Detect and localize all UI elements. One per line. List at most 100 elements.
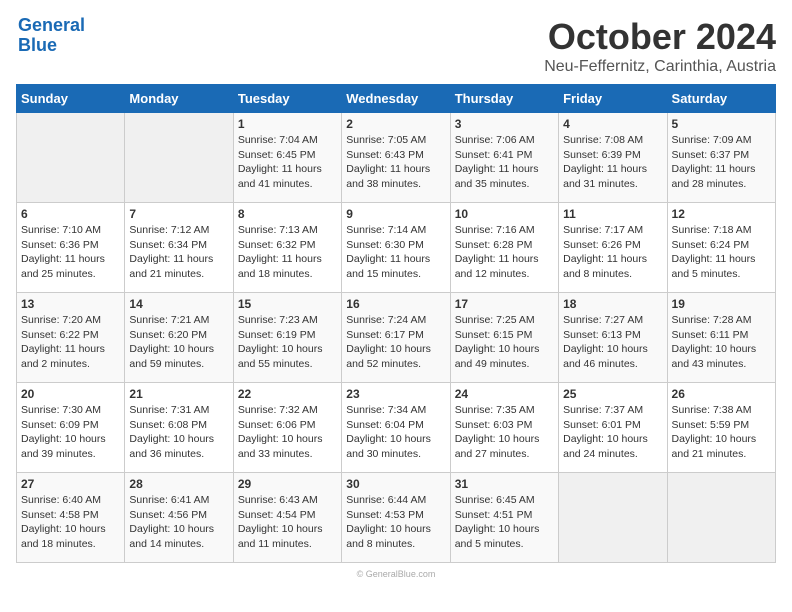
title-block: October 2024 Neu-Feffernitz, Carinthia, … bbox=[544, 16, 776, 76]
day-info: Sunrise: 7:38 AM Sunset: 5:59 PM Dayligh… bbox=[672, 403, 771, 462]
day-number: 5 bbox=[672, 117, 771, 131]
calendar-cell: 19 Sunrise: 7:28 AM Sunset: 6:11 PM Dayli… bbox=[667, 293, 775, 383]
calendar-cell: 23 Sunrise: 7:34 AM Sunset: 6:04 PM Dayli… bbox=[342, 383, 450, 473]
calendar-cell: 29 Sunrise: 6:43 AM Sunset: 4:54 PM Dayli… bbox=[233, 473, 341, 563]
calendar-cell: 12 Sunrise: 7:18 AM Sunset: 6:24 PM Dayli… bbox=[667, 203, 775, 293]
calendar-cell: 27 Sunrise: 6:40 AM Sunset: 4:58 PM Dayli… bbox=[17, 473, 125, 563]
day-number: 6 bbox=[21, 207, 120, 221]
day-number: 19 bbox=[672, 297, 771, 311]
calendar-table: SundayMondayTuesdayWednesdayThursdayFrid… bbox=[16, 84, 776, 563]
day-number: 30 bbox=[346, 477, 445, 491]
calendar-cell bbox=[667, 473, 775, 563]
week-row-5: 27 Sunrise: 6:40 AM Sunset: 4:58 PM Dayli… bbox=[17, 473, 776, 563]
week-row-2: 6 Sunrise: 7:10 AM Sunset: 6:36 PM Daylig… bbox=[17, 203, 776, 293]
weekday-saturday: Saturday bbox=[667, 85, 775, 113]
day-info: Sunrise: 7:18 AM Sunset: 6:24 PM Dayligh… bbox=[672, 223, 771, 282]
weekday-friday: Friday bbox=[559, 85, 667, 113]
month-title: October 2024 bbox=[544, 16, 776, 58]
day-info: Sunrise: 7:21 AM Sunset: 6:20 PM Dayligh… bbox=[129, 313, 228, 372]
day-number: 27 bbox=[21, 477, 120, 491]
calendar-cell: 6 Sunrise: 7:10 AM Sunset: 6:36 PM Daylig… bbox=[17, 203, 125, 293]
day-info: Sunrise: 7:25 AM Sunset: 6:15 PM Dayligh… bbox=[455, 313, 554, 372]
day-number: 13 bbox=[21, 297, 120, 311]
day-number: 28 bbox=[129, 477, 228, 491]
calendar-cell: 13 Sunrise: 7:20 AM Sunset: 6:22 PM Dayli… bbox=[17, 293, 125, 383]
calendar-cell: 16 Sunrise: 7:24 AM Sunset: 6:17 PM Dayli… bbox=[342, 293, 450, 383]
day-number: 15 bbox=[238, 297, 337, 311]
day-info: Sunrise: 7:30 AM Sunset: 6:09 PM Dayligh… bbox=[21, 403, 120, 462]
calendar-cell bbox=[125, 113, 233, 203]
day-info: Sunrise: 6:40 AM Sunset: 4:58 PM Dayligh… bbox=[21, 493, 120, 552]
calendar-cell: 26Sunrise: 7:38 AM Sunset: 5:59 PM Dayli… bbox=[667, 383, 775, 473]
day-info: Sunrise: 7:27 AM Sunset: 6:13 PM Dayligh… bbox=[563, 313, 662, 372]
day-info: Sunrise: 7:16 AM Sunset: 6:28 PM Dayligh… bbox=[455, 223, 554, 282]
day-info: Sunrise: 6:41 AM Sunset: 4:56 PM Dayligh… bbox=[129, 493, 228, 552]
day-info: Sunrise: 7:05 AM Sunset: 6:43 PM Dayligh… bbox=[346, 133, 445, 192]
day-info: Sunrise: 6:43 AM Sunset: 4:54 PM Dayligh… bbox=[238, 493, 337, 552]
calendar-cell: 18Sunrise: 7:27 AM Sunset: 6:13 PM Dayli… bbox=[559, 293, 667, 383]
calendar-body: 1 Sunrise: 7:04 AM Sunset: 6:45 PM Daylig… bbox=[17, 113, 776, 563]
logo-general: General bbox=[18, 15, 85, 35]
day-info: Sunrise: 7:37 AM Sunset: 6:01 PM Dayligh… bbox=[563, 403, 662, 462]
day-number: 22 bbox=[238, 387, 337, 401]
day-number: 8 bbox=[238, 207, 337, 221]
day-info: Sunrise: 7:12 AM Sunset: 6:34 PM Dayligh… bbox=[129, 223, 228, 282]
weekday-header-row: SundayMondayTuesdayWednesdayThursdayFrid… bbox=[17, 85, 776, 113]
calendar-cell: 5Sunrise: 7:09 AM Sunset: 6:37 PM Daylig… bbox=[667, 113, 775, 203]
calendar-cell: 31 Sunrise: 6:45 AM Sunset: 4:51 PM Dayli… bbox=[450, 473, 558, 563]
day-number: 3 bbox=[455, 117, 554, 131]
day-info: Sunrise: 7:10 AM Sunset: 6:36 PM Dayligh… bbox=[21, 223, 120, 282]
day-info: Sunrise: 7:28 AM Sunset: 6:11 PM Dayligh… bbox=[672, 313, 771, 372]
calendar-cell: 1 Sunrise: 7:04 AM Sunset: 6:45 PM Daylig… bbox=[233, 113, 341, 203]
day-number: 29 bbox=[238, 477, 337, 491]
day-number: 23 bbox=[346, 387, 445, 401]
day-number: 31 bbox=[455, 477, 554, 491]
calendar-cell: 21Sunrise: 7:31 AM Sunset: 6:08 PM Dayli… bbox=[125, 383, 233, 473]
week-row-4: 20 Sunrise: 7:30 AM Sunset: 6:09 PM Dayli… bbox=[17, 383, 776, 473]
day-number: 24 bbox=[455, 387, 554, 401]
calendar-cell: 8 Sunrise: 7:13 AM Sunset: 6:32 PM Daylig… bbox=[233, 203, 341, 293]
calendar-cell: 15 Sunrise: 7:23 AM Sunset: 6:19 PM Dayli… bbox=[233, 293, 341, 383]
day-info: Sunrise: 7:20 AM Sunset: 6:22 PM Dayligh… bbox=[21, 313, 120, 372]
day-number: 9 bbox=[346, 207, 445, 221]
day-number: 16 bbox=[346, 297, 445, 311]
weekday-thursday: Thursday bbox=[450, 85, 558, 113]
day-info: Sunrise: 7:23 AM Sunset: 6:19 PM Dayligh… bbox=[238, 313, 337, 372]
logo: G eneral Blue General Blue bbox=[16, 16, 85, 56]
day-info: Sunrise: 7:32 AM Sunset: 6:06 PM Dayligh… bbox=[238, 403, 337, 462]
calendar-cell: 3 Sunrise: 7:06 AM Sunset: 6:41 PM Daylig… bbox=[450, 113, 558, 203]
day-info: Sunrise: 7:34 AM Sunset: 6:04 PM Dayligh… bbox=[346, 403, 445, 462]
calendar-cell bbox=[559, 473, 667, 563]
day-number: 20 bbox=[21, 387, 120, 401]
calendar-cell: 25 Sunrise: 7:37 AM Sunset: 6:01 PM Dayli… bbox=[559, 383, 667, 473]
day-info: Sunrise: 7:04 AM Sunset: 6:45 PM Dayligh… bbox=[238, 133, 337, 192]
day-number: 14 bbox=[129, 297, 228, 311]
day-number: 1 bbox=[238, 117, 337, 131]
calendar-cell bbox=[17, 113, 125, 203]
footer: © GeneralBlue.com bbox=[357, 569, 436, 579]
day-number: 7 bbox=[129, 207, 228, 221]
day-info: Sunrise: 7:14 AM Sunset: 6:30 PM Dayligh… bbox=[346, 223, 445, 282]
day-number: 4 bbox=[563, 117, 662, 131]
page-header: G eneral Blue General Blue October 2024 … bbox=[16, 16, 776, 76]
day-info: Sunrise: 7:08 AM Sunset: 6:39 PM Dayligh… bbox=[563, 133, 662, 192]
day-info: Sunrise: 6:45 AM Sunset: 4:51 PM Dayligh… bbox=[455, 493, 554, 552]
weekday-tuesday: Tuesday bbox=[233, 85, 341, 113]
logo-blue: Blue bbox=[18, 35, 57, 55]
calendar-cell: 24Sunrise: 7:35 AM Sunset: 6:03 PM Dayli… bbox=[450, 383, 558, 473]
day-number: 12 bbox=[672, 207, 771, 221]
day-info: Sunrise: 7:06 AM Sunset: 6:41 PM Dayligh… bbox=[455, 133, 554, 192]
weekday-wednesday: Wednesday bbox=[342, 85, 450, 113]
day-info: Sunrise: 7:24 AM Sunset: 6:17 PM Dayligh… bbox=[346, 313, 445, 372]
calendar-cell: 10 Sunrise: 7:16 AM Sunset: 6:28 PM Dayli… bbox=[450, 203, 558, 293]
week-row-3: 13 Sunrise: 7:20 AM Sunset: 6:22 PM Dayli… bbox=[17, 293, 776, 383]
calendar-cell: 30Sunrise: 6:44 AM Sunset: 4:53 PM Dayli… bbox=[342, 473, 450, 563]
day-number: 25 bbox=[563, 387, 662, 401]
day-number: 10 bbox=[455, 207, 554, 221]
day-number: 11 bbox=[563, 207, 662, 221]
calendar-cell: 11Sunrise: 7:17 AM Sunset: 6:26 PM Dayli… bbox=[559, 203, 667, 293]
day-info: Sunrise: 7:31 AM Sunset: 6:08 PM Dayligh… bbox=[129, 403, 228, 462]
calendar-cell: 17Sunrise: 7:25 AM Sunset: 6:15 PM Dayli… bbox=[450, 293, 558, 383]
day-info: Sunrise: 7:13 AM Sunset: 6:32 PM Dayligh… bbox=[238, 223, 337, 282]
calendar-cell: 28 Sunrise: 6:41 AM Sunset: 4:56 PM Dayli… bbox=[125, 473, 233, 563]
